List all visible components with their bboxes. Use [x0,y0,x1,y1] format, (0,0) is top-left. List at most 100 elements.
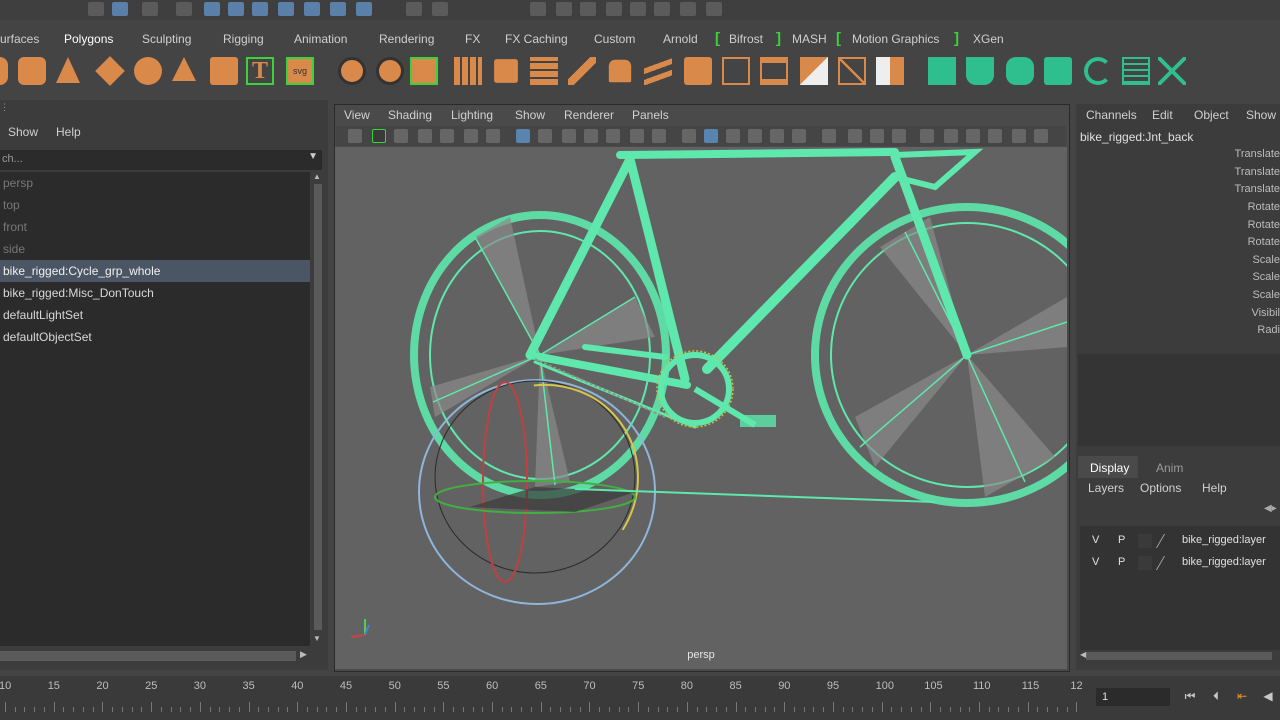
outliner-vertical-scrollbar[interactable] [314,184,322,630]
menu-options[interactable]: Options [1140,481,1181,495]
tab-rendering[interactable]: Rendering [379,32,434,46]
planar-map-icon[interactable] [966,57,994,85]
render-icon[interactable] [530,2,546,16]
layer-visibility-toggle[interactable]: V [1092,534,1099,546]
layer-arrows-icon[interactable]: ◀▸ [1264,503,1277,514]
attr-translate-x[interactable]: Translate [1190,148,1280,160]
snap-curve-icon[interactable] [228,2,244,16]
attr-radius[interactable]: Radi [1190,324,1280,336]
grid-icon[interactable] [516,129,530,143]
uv-layout-icon[interactable] [1122,57,1150,85]
menu-edit[interactable]: Edit [1152,108,1173,122]
tab-fx-caching[interactable]: FX Caching [505,32,568,46]
menu-show[interactable]: Show [8,125,38,139]
isolate-select-icon[interactable] [920,129,934,143]
attr-visibility[interactable]: Visibil [1190,307,1280,319]
tab-bifrost[interactable]: Bifrost [729,32,763,46]
lock-icon[interactable] [406,2,422,16]
cube-map-icon[interactable] [1044,57,1072,85]
tab-mash[interactable]: MASH [792,32,827,46]
snap-point-icon[interactable] [252,2,268,16]
arnold-ipr-icon[interactable] [680,2,696,16]
menu-show[interactable]: Show [1246,108,1276,122]
xray-joints-icon[interactable] [966,129,980,143]
layer-playback-toggle[interactable]: P [1118,534,1125,546]
tab-surfaces[interactable]: urfaces [0,32,39,46]
snap-surface-icon[interactable] [304,2,320,16]
duplicate-face-icon[interactable] [876,57,904,85]
menu-lighting[interactable]: Lighting [451,108,493,122]
outliner-item-default-light-set[interactable]: defaultLightSet [3,305,83,325]
xray-components-icon[interactable] [988,129,1002,143]
time-slider[interactable]: 10 15 20 25 30 35 40 45 50 55 60 65 70 75 80 85 90 95 100 1… [0,676,1090,720]
hypershade-icon[interactable] [606,2,622,16]
paint-select-icon[interactable] [142,2,158,16]
attr-translate-z[interactable]: Translate [1190,183,1280,195]
menu-panels[interactable]: Panels [632,108,669,122]
snap-live-icon[interactable] [330,2,346,16]
panel-grip-icon[interactable]: ⋮ [0,102,9,112]
fill-hole-icon[interactable] [684,57,712,85]
tab-arnold[interactable]: Arnold [663,32,698,46]
step-back-icon[interactable]: ⏴ [1208,688,1224,704]
menu-help[interactable]: Help [56,125,81,139]
tab-fx[interactable]: FX [465,32,480,46]
camera-lock-icon[interactable] [372,129,386,143]
attr-rotate-z[interactable]: Rotate [1190,236,1280,248]
grease-pencil-icon[interactable] [486,129,500,143]
tab-polygons[interactable]: Polygons [57,28,120,50]
go-to-start-icon[interactable]: ⏮ [1182,688,1198,704]
attr-scale-z[interactable]: Scale [1190,289,1280,301]
screen-space-ao-icon[interactable] [822,129,836,143]
shadows-icon[interactable] [792,129,806,143]
layer-color-icon[interactable] [1155,556,1182,570]
menu-renderer[interactable]: Renderer [564,108,614,122]
menu-help[interactable]: Help [1202,481,1227,495]
snap-view-icon[interactable] [278,2,294,16]
safe-title-icon[interactable] [652,129,666,143]
exposure-icon[interactable] [1012,129,1026,143]
outliner-item-persp[interactable]: persp [3,173,33,193]
target-weld-icon[interactable] [608,59,632,83]
camera-icon[interactable] [348,129,362,143]
attr-translate-y[interactable]: Translate [1190,166,1280,178]
tab-motion-graphics[interactable]: Motion Graphics [852,32,939,46]
select-tool-icon[interactable] [88,2,104,16]
outliner-item-default-object-set[interactable]: defaultObjectSet [3,327,92,347]
wireframe-icon[interactable] [682,129,696,143]
menu-show[interactable]: Show [515,108,545,122]
ipr-icon[interactable] [556,2,572,16]
tab-animation[interactable]: Animation [294,32,347,46]
render-settings-icon[interactable] [580,2,596,16]
attr-rotate-x[interactable]: Rotate [1190,201,1280,213]
anti-aliasing-icon[interactable] [870,129,884,143]
cone-icon[interactable] [56,57,80,83]
auto-seams-icon[interactable] [1084,57,1112,85]
scroll-left-icon[interactable]: ◀ [1080,650,1086,659]
torus-icon[interactable] [95,56,125,86]
bridge-icon[interactable] [644,57,672,85]
bevel-icon[interactable] [530,57,558,85]
menu-layers[interactable]: Layers [1088,481,1124,495]
insert-edge-loop-icon[interactable] [722,57,750,85]
extrude-icon[interactable] [494,59,518,83]
layer-visibility-toggle[interactable]: V [1092,556,1099,568]
gate-mask-icon[interactable] [584,129,598,143]
tab-sculpting[interactable]: Sculpting [142,32,191,46]
text-icon[interactable]: T [246,57,274,85]
svg-icon[interactable]: svg [286,57,314,85]
layer-playback-toggle[interactable]: P [1118,556,1125,568]
append-poly-icon[interactable] [800,57,828,85]
layer-color-icon[interactable] [1155,534,1182,548]
layer-name[interactable]: bike_rigged:layer [1182,534,1266,546]
cylinder-icon[interactable] [18,57,46,85]
make-hole-icon[interactable] [838,57,866,85]
tab-display[interactable]: Display [1090,461,1129,475]
play-backwards-icon[interactable]: ◀ [1260,688,1276,704]
unfold-icon[interactable] [1158,57,1186,85]
pyramid-icon[interactable] [172,57,196,81]
field-chart-icon[interactable] [606,129,620,143]
tab-rigging[interactable]: Rigging [223,32,264,46]
layer-row[interactable]: V P bike_rigged:layer [1082,531,1280,551]
sphere-icon[interactable] [0,57,8,85]
